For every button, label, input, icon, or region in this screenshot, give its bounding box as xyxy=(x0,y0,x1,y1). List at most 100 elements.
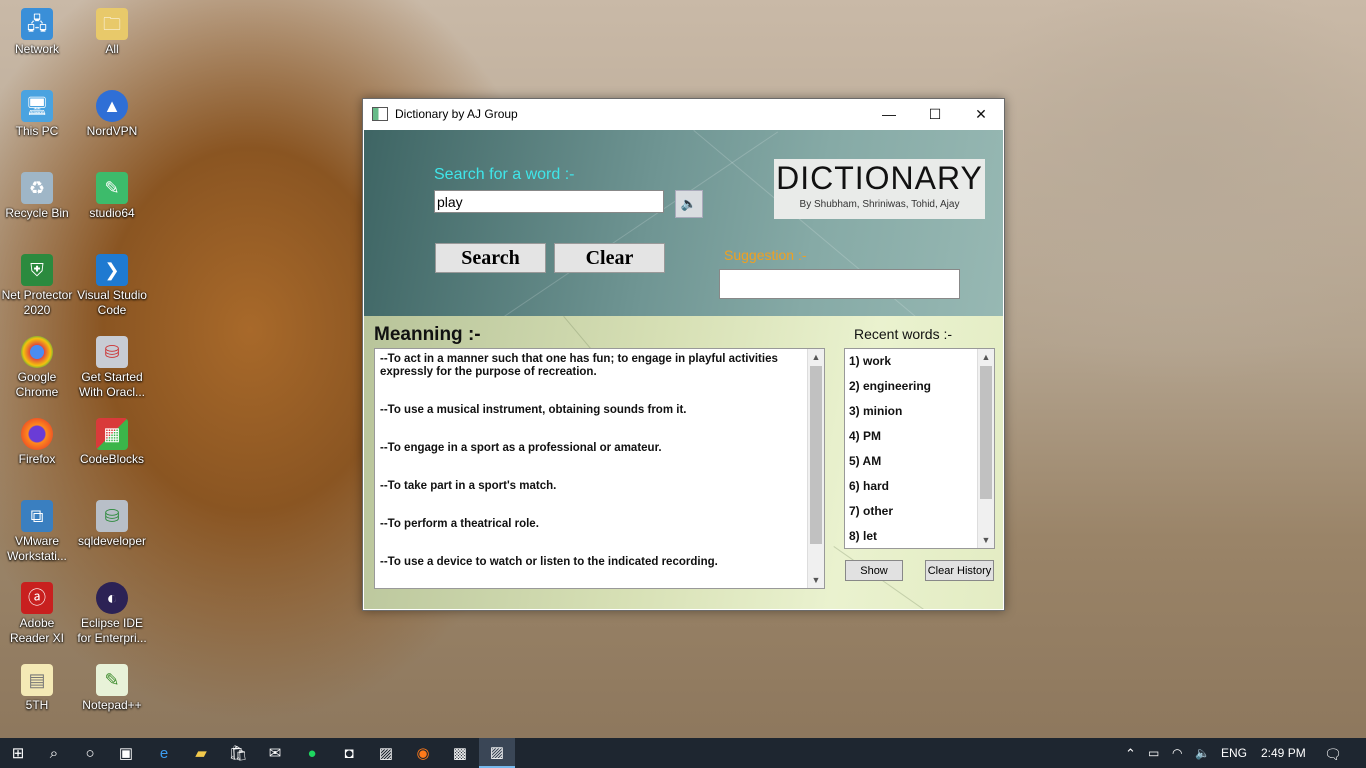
desktop-icon-recycle-bin[interactable]: ♻ Recycle Bin xyxy=(0,172,74,221)
list-item[interactable]: 7) other xyxy=(849,504,893,518)
scroll-down-icon[interactable]: ▼ xyxy=(978,532,994,548)
desktop-icon-label: All xyxy=(105,42,119,56)
taskbar-spotify[interactable]: ● xyxy=(294,738,330,768)
desktop-icon-net-protector[interactable]: ⛨ Net Protector 2020 xyxy=(0,254,74,318)
maximize-button[interactable]: ☐ xyxy=(912,99,958,129)
taskbar-dictionary[interactable]: ▨ xyxy=(479,738,515,768)
oracle-db-icon: ⛁ xyxy=(96,336,128,368)
recent-scrollbar[interactable]: ▲ ▼ xyxy=(977,349,994,548)
list-item[interactable]: 4) PM xyxy=(849,429,881,443)
eclipse-icon: ◐ xyxy=(96,582,128,614)
scroll-down-icon[interactable]: ▼ xyxy=(808,572,824,588)
list-item[interactable]: 2) engineering xyxy=(849,379,931,393)
taskbar-edge[interactable]: e xyxy=(146,738,182,768)
task-view-icon: ▣ xyxy=(118,745,134,762)
notepad-plus-icon: ✎ xyxy=(96,664,128,696)
taskbar-python[interactable]: ▨ xyxy=(368,738,404,768)
desktop-icon-nordvpn[interactable]: ▲ NordVPN xyxy=(75,90,149,139)
windows-icon: ⊞ xyxy=(11,745,25,762)
app-icon: ▩ xyxy=(452,745,468,762)
taskbar-firefox[interactable]: ◉ xyxy=(405,738,441,768)
desktop-icon-label: sqldeveloper xyxy=(77,534,147,548)
nordvpn-icon: ▲ xyxy=(96,90,128,122)
recent-words-list[interactable]: 1) work 2) engineering 3) minion 4) PM 5… xyxy=(844,348,995,549)
desktop-icon-vmware[interactable]: ⧉ VMware Workstati... xyxy=(0,500,74,564)
desktop-icon-notepad[interactable]: ✎ Notepad++ xyxy=(75,664,149,713)
adobe-reader-icon: ⓐ xyxy=(21,582,53,614)
list-item[interactable]: 3) minion xyxy=(849,404,902,418)
python-icon: ▨ xyxy=(489,744,505,761)
vmware-icon: ⧉ xyxy=(21,500,53,532)
volume-icon[interactable]: 🔈 xyxy=(1195,746,1210,760)
taskbar-mail[interactable]: ✉ xyxy=(257,738,293,768)
notifications-icon[interactable]: 🗨 xyxy=(1324,746,1342,763)
scroll-up-icon[interactable]: ▲ xyxy=(808,349,824,365)
desktop-icon-vscode[interactable]: ❯ Visual Studio Code xyxy=(75,254,149,318)
list-item[interactable]: 8) let xyxy=(849,529,877,543)
taskbar-app-2[interactable]: ▩ xyxy=(442,738,478,768)
language-indicator[interactable]: ENG xyxy=(1221,746,1247,760)
clock[interactable]: 2:49 PM xyxy=(1261,746,1306,760)
desktop-icon-codeblocks[interactable]: ▦ CodeBlocks xyxy=(75,418,149,467)
edge-icon: e xyxy=(159,744,169,762)
spotify-icon: ● xyxy=(307,744,317,762)
meaning-scrollbar[interactable]: ▲ ▼ xyxy=(807,349,824,588)
desktop-icon-label: Notepad++ xyxy=(82,698,142,712)
desktop-icon-network[interactable]: 🖧 Network xyxy=(0,8,74,57)
desktop-icon-firefox[interactable]: Firefox xyxy=(0,418,74,467)
android-studio-icon: ✎ xyxy=(96,172,128,204)
results-panel: Meanning :- --To act in a manner such th… xyxy=(364,316,1003,609)
cortana-button[interactable]: ○ xyxy=(72,738,108,768)
meaning-title: Meanning :- xyxy=(374,324,481,345)
list-item[interactable]: 1) work xyxy=(849,354,891,368)
search-label: Search for a word :- xyxy=(434,166,575,183)
show-button[interactable]: Show xyxy=(845,560,903,581)
vscode-icon: ❯ xyxy=(96,254,128,286)
search-panel: Search for a word :- play 🔈 Search Clear… xyxy=(364,130,1003,316)
suggestion-field[interactable] xyxy=(719,269,960,299)
list-item[interactable]: 6) hard xyxy=(849,479,889,493)
minimize-button[interactable]: — xyxy=(866,99,912,129)
search-input[interactable]: play xyxy=(434,190,664,213)
desktop-icon-eclipse[interactable]: ◐ Eclipse IDE for Enterpri... xyxy=(75,582,149,646)
meaning-line: --To take part in a sport's match. xyxy=(380,480,557,492)
desktop-icon-adobe[interactable]: ⓐ Adobe Reader XI xyxy=(0,582,74,646)
folder-icon: ▰ xyxy=(195,745,207,762)
wifi-icon[interactable]: ◠ xyxy=(1172,746,1182,760)
desktop-icon-5th[interactable]: ▤ 5TH xyxy=(0,664,74,713)
search-button[interactable]: Search xyxy=(435,243,546,273)
search-taskbar-button[interactable]: ⌕ xyxy=(36,738,72,768)
desktop-icon-this-pc[interactable]: 🖥 This PC xyxy=(0,90,74,139)
meaning-text: --To act in a manner such that one has f… xyxy=(380,353,805,594)
desktop-icon-all[interactable]: 🗀 All xyxy=(75,8,149,57)
battery-icon[interactable]: ▭ xyxy=(1148,746,1159,760)
meaning-textarea[interactable]: --To act in a manner such that one has f… xyxy=(374,348,825,589)
tray-chevron-icon[interactable]: ⌃ xyxy=(1125,746,1136,762)
desktop-icon-label: VMware Workstati... xyxy=(7,534,67,563)
speak-button[interactable]: 🔈 xyxy=(675,190,703,218)
desktop-icon-studio64[interactable]: ✎ studio64 xyxy=(75,172,149,221)
mail-icon: ✉ xyxy=(268,745,282,762)
desktop-icon-label: Eclipse IDE for Enterpri... xyxy=(77,616,147,645)
meaning-line: --To use a device to watch or listen to … xyxy=(380,556,718,568)
taskbar-store[interactable]: 🛍 xyxy=(220,738,256,768)
scroll-up-icon[interactable]: ▲ xyxy=(978,349,994,365)
desktop-icon-sqldeveloper[interactable]: ⛁ sqldeveloper xyxy=(75,500,149,549)
task-view-button[interactable]: ▣ xyxy=(108,738,144,768)
taskbar-file-explorer[interactable]: ▰ xyxy=(183,738,219,768)
clear-button[interactable]: Clear xyxy=(554,243,665,273)
meaning-line: --To act in a manner such that one has f… xyxy=(380,353,778,378)
desktop-icon-oracle[interactable]: ⛁ Get Started With Oracl... xyxy=(75,336,149,400)
cortana-icon: ○ xyxy=(85,744,95,762)
title-bar[interactable]: Dictionary by AJ Group — ☐ ✕ xyxy=(363,99,1004,129)
list-item[interactable]: 5) AM xyxy=(849,454,881,468)
scroll-thumb[interactable] xyxy=(810,366,822,544)
start-button[interactable]: ⊞ xyxy=(0,738,36,768)
close-button[interactable]: ✕ xyxy=(958,99,1004,129)
scroll-thumb[interactable] xyxy=(980,366,992,499)
desktop-icon-chrome[interactable]: Google Chrome xyxy=(0,336,74,400)
taskbar-app[interactable]: ◘ xyxy=(331,738,367,768)
store-icon: 🛍 xyxy=(228,745,248,762)
clear-history-button[interactable]: Clear History xyxy=(925,560,994,581)
desktop-icon-label: Recycle Bin xyxy=(5,206,69,220)
